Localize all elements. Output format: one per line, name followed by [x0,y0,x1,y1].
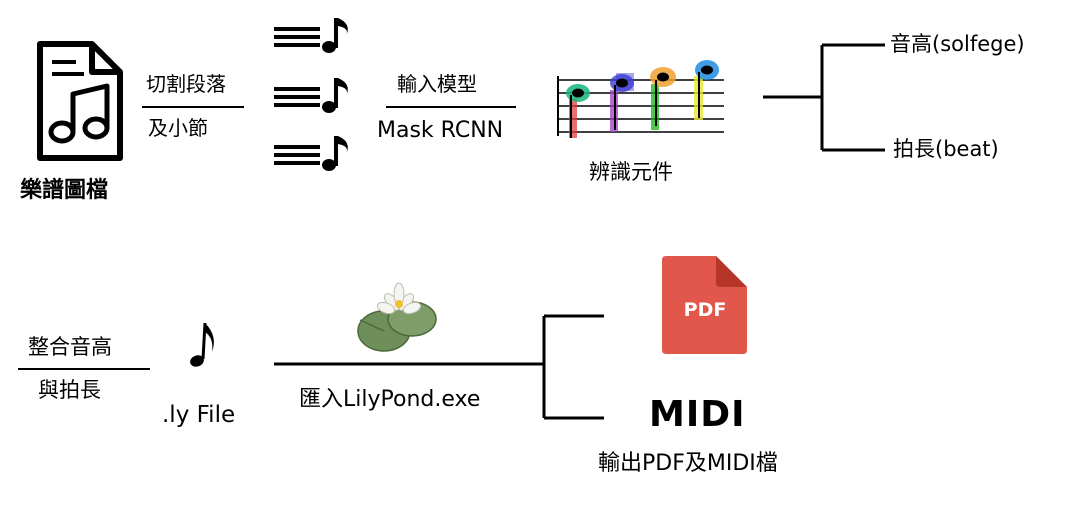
lilypond-import-label: 匯入LilyPond.exe [299,387,481,412]
recognize-label: 辨識元件 [589,160,673,184]
score-image-label: 樂譜圖檔 [20,178,109,203]
lilypond-logo [357,282,437,352]
midi-logo: MIDI [649,394,746,435]
split-label-top: 切割段落 [146,72,226,96]
model-label-top: 輸入模型 [397,72,477,96]
detected-notes-image [557,60,724,138]
music-file-icon [37,41,123,161]
split-label-bottom: 及小節 [148,116,208,140]
beat-output-label: 拍長(beat) [893,137,999,161]
output-label: 輸出PDF及MIDI檔 [598,451,778,476]
merge-label-top: 整合音高 [28,335,112,359]
pdf-file-icon: PDF [662,256,747,354]
branch-connector-1 [763,43,885,152]
music-note-icon [190,322,214,367]
segment-icon-1 [274,18,348,53]
segment-icon-2 [274,78,348,113]
segment-icon-3 [274,136,348,171]
ly-file-label: .ly File [162,402,236,428]
pitch-output-label: 音高(solfege) [890,32,1025,56]
merge-label-bottom: 與拍長 [38,378,101,402]
model-label-bottom: Mask RCNN [377,118,504,143]
pdf-badge-text: PDF [684,299,727,321]
